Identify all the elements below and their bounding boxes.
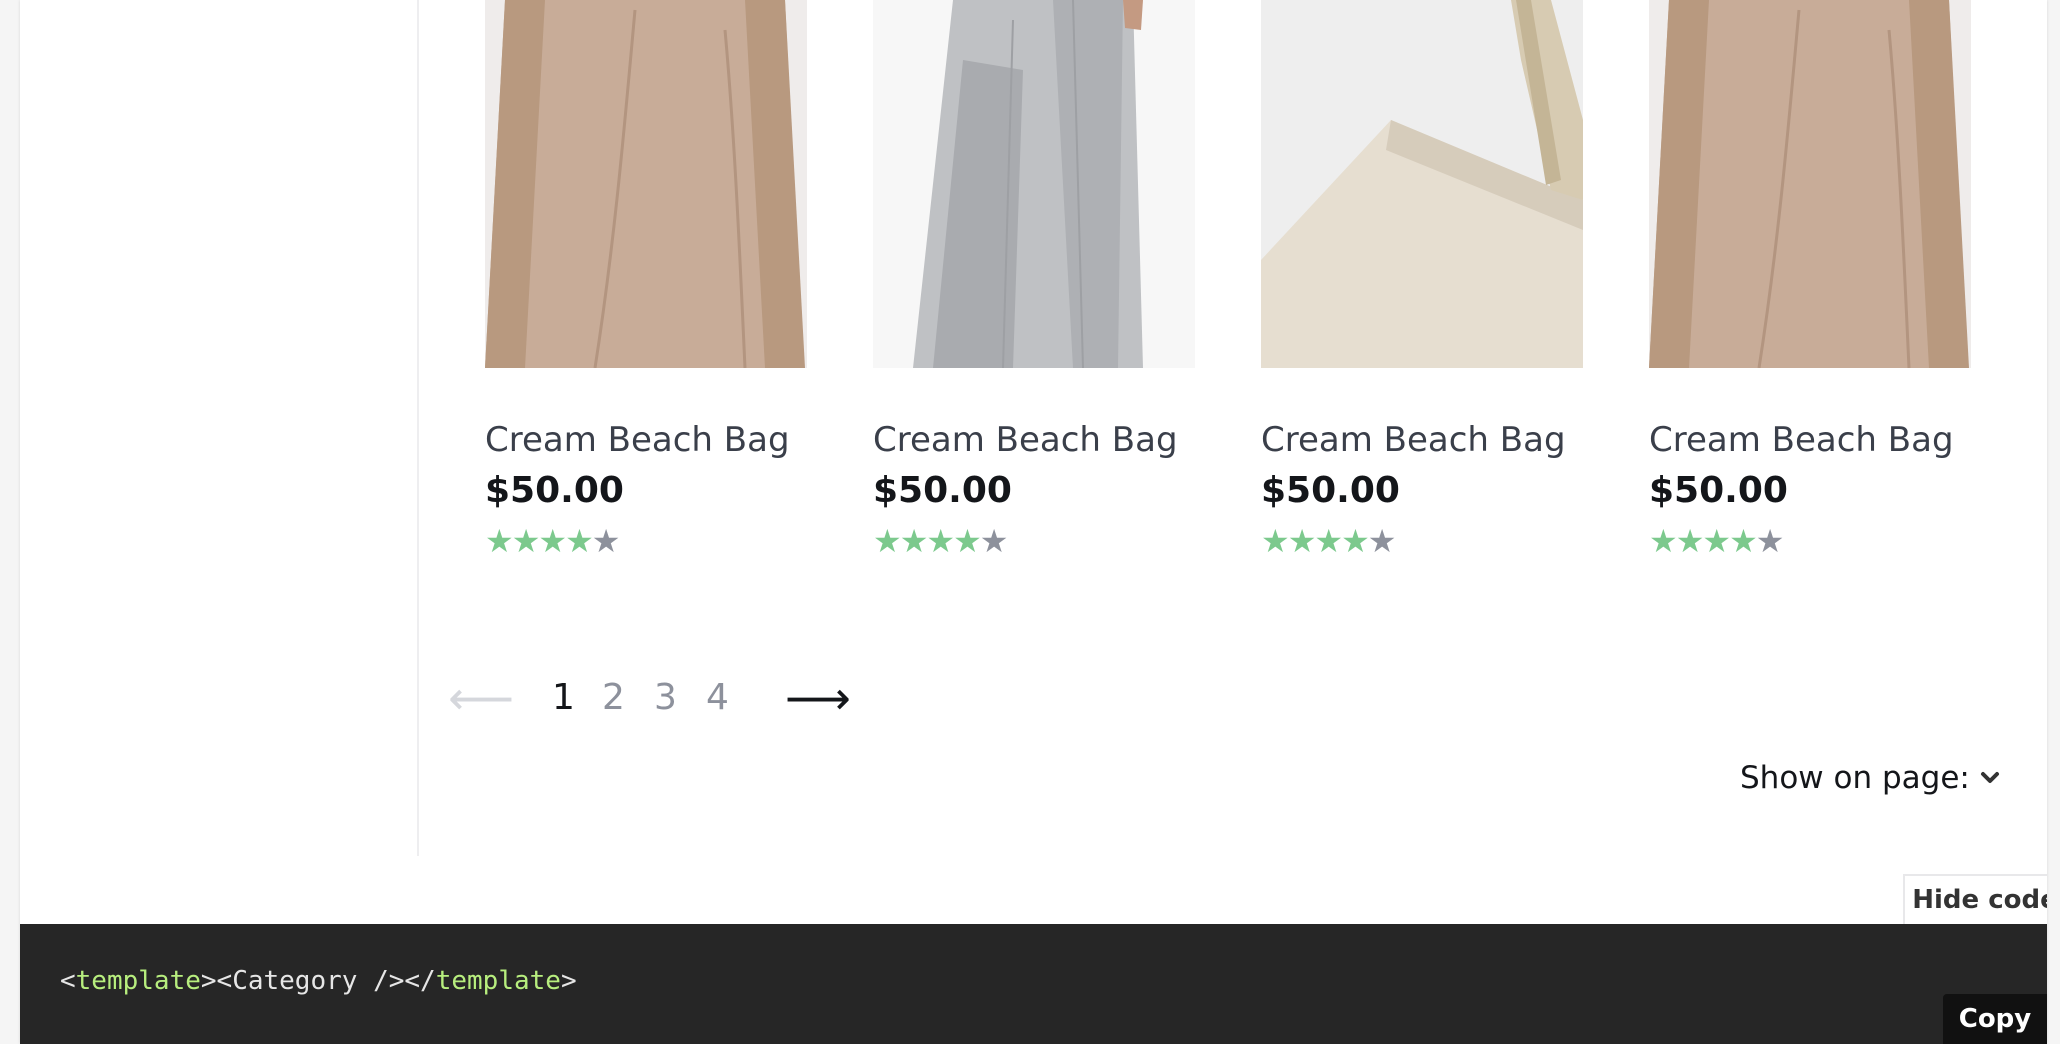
arrow-right-icon[interactable]: ⟶ [785,668,851,728]
code-tag: template [435,966,561,996]
product-card[interactable]: Cream Beach Bag $50.00 ★★★★★ [1261,0,1583,560]
star-filled-icon: ★ [873,522,902,560]
product-card[interactable]: Cream Beach Bag $50.00 ★★★★★ [485,0,807,560]
star-filled-icon: ★ [1729,522,1758,560]
pagination: ⟵ 1 2 3 4 ⟶ [20,668,1020,728]
code-snippet: <template><Category /></template> [60,966,577,996]
code-bracket: > [560,966,577,996]
product-price: $50.00 [873,470,1012,511]
rating-stars: ★★★★★ [873,522,1009,560]
star-filled-icon: ★ [953,522,982,560]
product-card[interactable]: Cream Beach Bag $50.00 ★★★★★ [873,0,1195,560]
rating-stars: ★★★★★ [1261,522,1397,560]
star-filled-icon: ★ [565,522,594,560]
product-name[interactable]: Cream Beach Bag [485,420,790,460]
star-empty-icon: ★ [979,522,1009,560]
star-filled-icon: ★ [485,522,514,560]
product-image[interactable] [873,0,1195,368]
product-price: $50.00 [1261,470,1400,511]
product-name[interactable]: Cream Beach Bag [1261,420,1566,460]
product-image[interactable] [485,0,807,368]
star-filled-icon: ★ [1702,522,1731,560]
product-price: $50.00 [1649,470,1788,511]
page-link-4[interactable]: 4 [706,668,729,728]
star-filled-icon: ★ [538,522,567,560]
code-panel: <template><Category /></template> Copy [20,924,2047,1044]
code-bracket: < [60,966,76,996]
star-filled-icon: ★ [926,522,955,560]
page-link-2[interactable]: 2 [602,668,625,728]
copy-button[interactable]: Copy [1943,994,2047,1044]
star-filled-icon: ★ [1649,522,1678,560]
page-link-3[interactable]: 3 [654,668,677,728]
page-link-1[interactable]: 1 [552,668,575,728]
star-empty-icon: ★ [1755,522,1785,560]
rating-stars: ★★★★★ [485,522,621,560]
hide-code-button[interactable]: Hide code [1903,874,2047,924]
rating-stars: ★★★★★ [1649,522,1785,560]
product-card[interactable]: Cream Beach Bag $50.00 ★★★★★ [1649,0,1971,560]
show-on-page-label: Show on page: [1740,760,1970,796]
star-filled-icon: ★ [1314,522,1343,560]
star-empty-icon: ★ [591,522,621,560]
product-price: $50.00 [485,470,624,511]
page-frame: Cream Beach Bag $50.00 ★★★★★ Cream Beach… [20,0,2047,1044]
code-inner: ><Category /></ [200,966,436,996]
chevron-down-icon[interactable] [1975,762,2005,792]
star-empty-icon: ★ [1367,522,1397,560]
star-filled-icon: ★ [1341,522,1370,560]
arrow-left-icon[interactable]: ⟵ [448,668,514,728]
star-filled-icon: ★ [1261,522,1290,560]
star-filled-icon: ★ [1287,522,1317,560]
product-image[interactable] [1261,0,1583,368]
product-name[interactable]: Cream Beach Bag [1649,420,1954,460]
star-filled-icon: ★ [511,522,541,560]
product-image[interactable] [1649,0,1971,368]
star-filled-icon: ★ [1675,522,1705,560]
code-tag: template [75,966,201,996]
star-filled-icon: ★ [899,522,929,560]
product-name[interactable]: Cream Beach Bag [873,420,1178,460]
